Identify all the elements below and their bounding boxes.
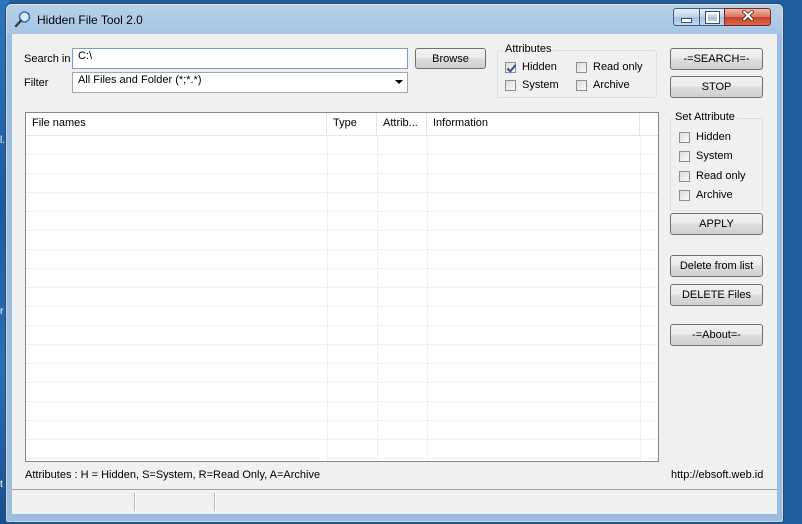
grid-line (26, 363, 658, 364)
attr-archive-checkbox[interactable]: Archive (576, 79, 630, 91)
close-icon (741, 9, 754, 24)
grid-line (26, 439, 658, 440)
set-hidden-label: Hidden (696, 131, 731, 143)
website-link[interactable]: http://ebsoft.web.id (671, 469, 763, 481)
column-header-attrib[interactable]: Attrib... (377, 113, 427, 135)
attr-hidden-checkbox[interactable]: Hidden (505, 61, 557, 73)
attributes-group-title: Attributes (503, 43, 554, 55)
grid-line (26, 192, 658, 193)
attr-system-checkbox[interactable]: System (505, 79, 559, 91)
grid-line (26, 401, 658, 402)
about-button[interactable]: -=About=- (670, 324, 763, 346)
checkbox-icon (576, 79, 587, 91)
set-archive-label: Archive (696, 189, 733, 201)
grid-column-line (327, 135, 328, 461)
checkbox-icon (679, 189, 690, 201)
stop-button[interactable]: STOP (670, 76, 763, 98)
grid-line (26, 306, 658, 307)
grid-line (26, 420, 658, 421)
search-path-input[interactable]: C:\ (72, 48, 408, 69)
checkbox-icon (679, 170, 690, 182)
delete-from-list-button[interactable]: Delete from list (670, 255, 763, 277)
filter-value: All Files and Folder (*;*.*) (78, 74, 202, 86)
set-attribute-group-title: Set Attribute (673, 111, 737, 123)
grid-column-line (377, 135, 378, 461)
grid-line (26, 344, 658, 345)
checkbox-icon (576, 61, 587, 73)
attributes-legend: Attributes : H = Hidden, S=System, R=Rea… (25, 469, 321, 481)
close-button[interactable] (724, 8, 771, 26)
checkbox-checked-icon (505, 61, 516, 73)
grid-column-line (640, 135, 641, 461)
chevron-down-icon (395, 80, 403, 84)
grid-line (26, 268, 658, 269)
status-bar (12, 489, 777, 514)
grid-line (26, 287, 658, 288)
attr-readonly-label: Read only (593, 61, 643, 73)
filter-select[interactable]: All Files and Folder (*;*.*) (72, 72, 408, 93)
status-bar-divider (214, 493, 216, 511)
desktop-icon-label: r (0, 306, 4, 317)
set-system-checkbox[interactable]: System (679, 150, 733, 162)
file-list[interactable]: File names Type Attrib... Information (25, 112, 659, 462)
grid-line (26, 211, 658, 212)
checkbox-icon (505, 79, 516, 91)
set-attribute-group: Set Attribute Hidden System Read only Ar… (670, 111, 763, 211)
browse-button[interactable]: Browse (415, 48, 486, 69)
desktop-icon-label: t (0, 479, 3, 490)
grid-line (26, 249, 658, 250)
delete-files-button[interactable]: DELETE Files (670, 284, 763, 306)
column-header-file-names[interactable]: File names (26, 113, 327, 135)
minimize-button[interactable] (673, 8, 700, 26)
grid-line (26, 382, 658, 383)
file-list-header: File names Type Attrib... Information (26, 113, 658, 136)
status-bar-divider (134, 493, 136, 511)
search-path-value: C:\ (78, 50, 93, 62)
attr-hidden-label: Hidden (522, 61, 557, 73)
filter-label: Filter (24, 77, 49, 89)
app-window: Hidden File Tool 2.0 Search in C:\ Brows… (5, 3, 784, 523)
checkbox-icon (679, 131, 690, 143)
set-archive-checkbox[interactable]: Archive (679, 189, 733, 201)
grid-line (26, 325, 658, 326)
search-in-label: Search in (24, 53, 71, 65)
magnifier-icon (14, 10, 32, 28)
window-title: Hidden File Tool 2.0 (37, 13, 143, 27)
search-button[interactable]: -=SEARCH=- (670, 48, 763, 70)
column-header-information[interactable]: Information (427, 113, 640, 135)
grid-column-line (427, 135, 428, 461)
grid-line (26, 458, 658, 459)
set-readonly-label: Read only (696, 170, 746, 182)
minimize-icon (681, 17, 692, 23)
attributes-group: Attributes Hidden Read only System Archi… (497, 43, 657, 98)
grid-line (26, 173, 658, 174)
apply-button[interactable]: APPLY (670, 213, 763, 235)
title-bar[interactable]: Hidden File Tool 2.0 (6, 4, 783, 32)
client-area: Search in C:\ Browse Filter All Files an… (12, 34, 777, 489)
set-readonly-checkbox[interactable]: Read only (679, 170, 746, 182)
maximize-icon (704, 10, 720, 24)
checkbox-icon (679, 150, 690, 162)
set-system-label: System (696, 150, 733, 162)
maximize-button[interactable] (699, 8, 725, 26)
attr-readonly-checkbox[interactable]: Read only (576, 61, 643, 73)
grid-line (26, 154, 658, 155)
set-hidden-checkbox[interactable]: Hidden (679, 131, 731, 143)
column-header-type[interactable]: Type (327, 113, 377, 135)
attr-archive-label: Archive (593, 79, 630, 91)
attr-system-label: System (522, 79, 559, 91)
grid-line (26, 230, 658, 231)
